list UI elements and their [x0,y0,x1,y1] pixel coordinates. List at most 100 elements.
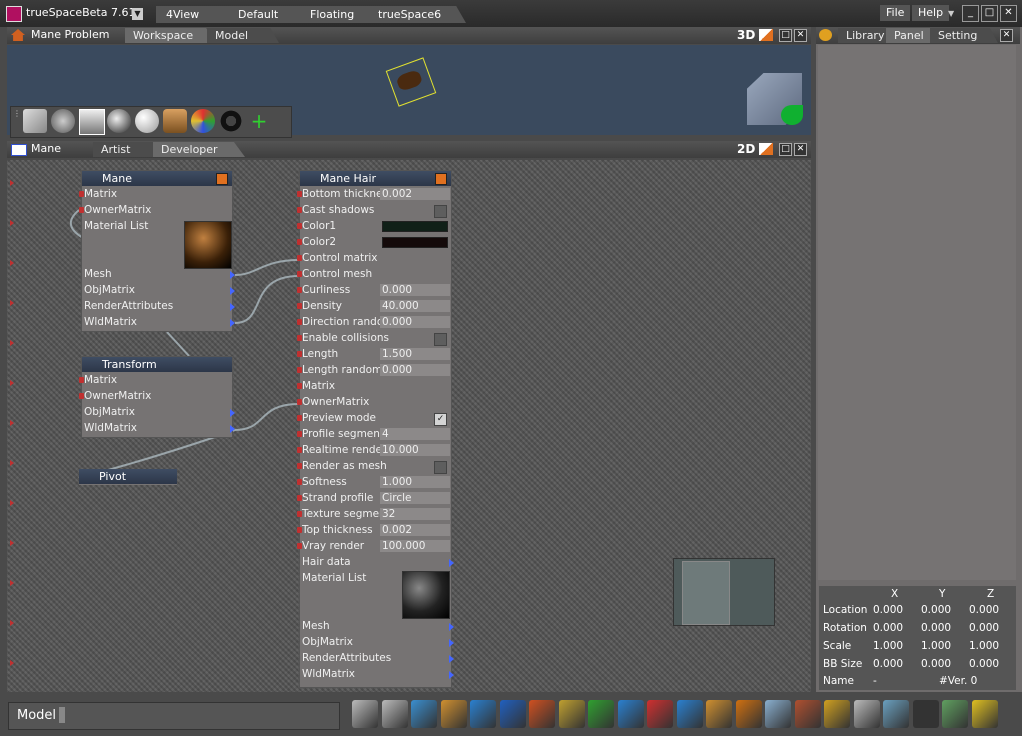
hair-param-row[interactable]: Direction randor 0.000 [297,314,451,330]
hair-param-row[interactable]: Profile segment: 4 [297,426,451,442]
input-port[interactable] [297,479,302,485]
hair-param-row[interactable]: Texture segmer 32 [297,506,451,522]
title-dropdown-button[interactable]: ▼ [132,8,143,20]
input-port[interactable] [297,447,302,453]
layout-tab-floating[interactable]: Floating [300,6,378,23]
tab-developer[interactable]: Developer [153,142,245,157]
material-preview-bronze[interactable] [184,221,232,269]
hair-param-row[interactable]: Control matrix [297,250,451,266]
hair-param-row[interactable]: Vray render 100.000 [297,538,451,554]
input-port[interactable] [297,511,302,517]
param-value-field[interactable]: 0.000 [380,316,450,328]
pick-tool-icon[interactable] [352,700,378,728]
undo-icon[interactable] [676,700,703,728]
node-output-row[interactable]: RenderAttributes [300,650,454,666]
node-input-row[interactable]: Matrix [79,372,232,388]
editor-corner-arrow-icon[interactable] [759,143,773,155]
hair-param-row[interactable]: Density 40.000 [297,298,451,314]
input-port[interactable] [79,191,84,197]
node-header[interactable]: Pivot [79,469,177,484]
prop-x-value[interactable]: 1.000 [873,640,903,652]
input-port[interactable] [297,335,302,341]
output-port[interactable] [230,287,235,295]
object-tool-icon[interactable] [470,700,496,728]
input-port[interactable] [297,463,302,469]
input-port[interactable] [79,377,84,383]
tab-setting[interactable]: Setting [930,28,998,43]
grid-tool-icon[interactable] [794,700,821,728]
file-menu[interactable]: File [880,5,911,21]
move-tool-icon[interactable] [381,700,408,728]
output-port[interactable] [449,559,454,567]
light-tool-icon[interactable] [971,700,998,728]
hair-param-row[interactable]: Control mesh [297,266,451,282]
node-output-row[interactable]: Hair data [300,554,454,570]
param-value-field[interactable]: 1.000 [380,476,450,488]
z-axis-icon[interactable] [647,700,673,728]
view3d-maximize-button[interactable]: □ [779,29,792,42]
node-output-row[interactable]: WldMatrix [82,314,235,330]
sphere-primitive-icon[interactable] [135,109,159,133]
hair-param-row[interactable]: Length randomi: 0.000 [297,362,451,378]
input-port[interactable] [297,287,302,293]
output-port[interactable] [230,303,235,311]
toolbar-close-icon[interactable]: ⋮ [13,109,21,118]
node-header[interactable]: Mane Hair [300,171,451,186]
input-port[interactable] [297,351,302,357]
hair-param-row[interactable]: Enable collisions [297,330,451,346]
node-transform[interactable]: Transform Matrix OwnerMatrix ObjMatrix W… [79,356,235,438]
paint-tool-icon[interactable] [824,700,850,728]
input-port[interactable] [297,303,302,309]
input-port[interactable] [297,527,302,533]
add-object-icon[interactable]: + [247,109,271,133]
param-value-field[interactable]: 32 [380,508,450,520]
x-axis-icon[interactable] [588,700,614,728]
input-port[interactable] [297,431,302,437]
node-expand-button[interactable] [216,173,228,185]
hair-param-row[interactable]: Realtime render 10.000 [297,442,451,458]
input-port[interactable] [297,383,302,389]
color-swatch[interactable] [382,221,448,232]
input-port[interactable] [297,271,302,277]
plane-primitive-icon[interactable] [51,109,75,133]
cone-primitive-icon[interactable] [191,109,215,133]
param-value-field[interactable]: 0.002 [380,524,450,536]
input-port[interactable] [79,393,84,399]
output-port[interactable] [449,671,454,679]
camera-tool-icon[interactable] [912,700,939,728]
hair-param-row[interactable]: Curliness 0.000 [297,282,451,298]
prop-z-value[interactable]: 1.000 [969,640,999,652]
name-value[interactable]: - [873,675,877,687]
param-value-field[interactable]: 0.000 [380,364,450,376]
node-mane-hair[interactable]: Mane Hair Bottom thicknes 0.002 Cast shado… [297,170,454,688]
param-value-field[interactable]: 4 [380,428,450,440]
mode-field[interactable]: Model [8,702,340,730]
corner-arrow-icon[interactable] [759,29,773,41]
input-port[interactable] [297,543,302,549]
hair-param-row[interactable]: Softness 1.000 [297,474,451,490]
layout-tab-truespace6[interactable]: trueSpace6 [368,6,466,23]
input-port[interactable] [297,191,302,197]
prop-y-value[interactable]: 0.000 [921,622,951,634]
output-port[interactable] [449,623,454,631]
prop-x-value[interactable]: 0.000 [873,658,903,670]
prop-y-value[interactable]: 1.000 [921,640,951,652]
render-tool-icon[interactable] [558,700,585,728]
hair-param-row[interactable]: Render as mesh [297,458,451,474]
minimap-viewport[interactable] [682,561,730,625]
hair-param-row[interactable]: Preview mode ✓ [297,410,451,426]
tab-model[interactable]: Model [207,28,279,43]
help-menu[interactable]: Help [912,5,950,21]
material-preview-dark[interactable] [402,571,450,619]
hair-param-row[interactable]: OwnerMatrix [297,394,451,410]
output-port[interactable] [230,425,235,433]
param-value-field[interactable]: 40.000 [380,300,450,312]
param-value-field[interactable]: 10.000 [380,444,450,456]
prop-z-value[interactable]: 0.000 [969,604,999,616]
input-port[interactable] [79,207,84,213]
node-output-row[interactable]: WldMatrix [300,666,454,682]
node-output-row[interactable]: ObjMatrix [300,634,454,650]
editor-close-button[interactable]: ✕ [794,143,807,156]
prop-x-value[interactable]: 0.000 [873,604,903,616]
node-header[interactable]: Transform [82,357,232,372]
